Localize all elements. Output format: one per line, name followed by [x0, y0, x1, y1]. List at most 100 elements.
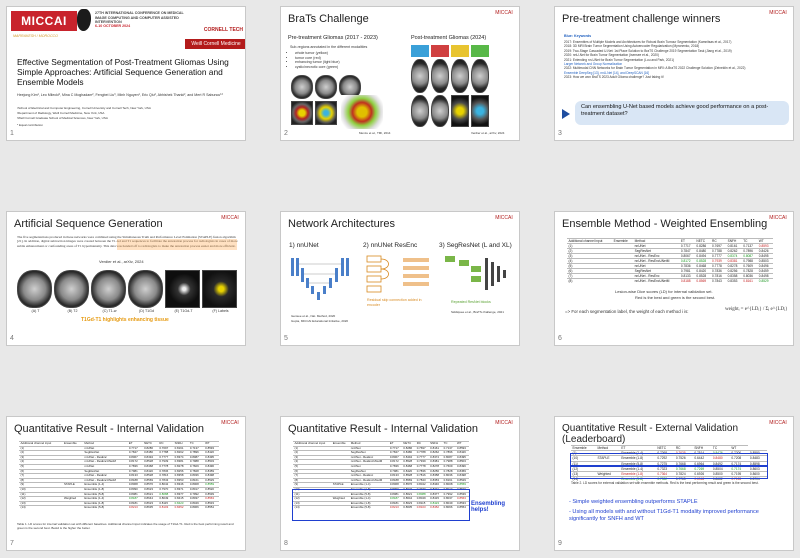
- paper-title: Effective Segmentation of Post-Treatment…: [17, 57, 229, 87]
- slide-9[interactable]: Quantitative Result - External Validatio…: [554, 416, 794, 551]
- table-cell: Ensemble (5-8): [82, 505, 128, 510]
- table-cell: 0.8066: [188, 505, 204, 510]
- slide-4[interactable]: Artificial Sequence Generation MICCAI Th…: [6, 211, 246, 346]
- table-caption-1: Lesion-wise Dice scores (LD) for interna…: [615, 289, 713, 294]
- post-treatment-heading: Post-treatment Gliomas (2024): [411, 35, 487, 41]
- table-cell: (14): [19, 505, 63, 510]
- citation-nnunet-2: Gupta, MICCAI Educational Initiative, 20…: [291, 319, 349, 323]
- affiliation-1: ¹School of Electrical and Computer Engin…: [17, 106, 151, 110]
- slide-title: Ensemble Method - Weighted Ensembling: [562, 218, 768, 230]
- brain-mri-image: [411, 95, 429, 127]
- table-cell: 0.8103: [157, 505, 174, 510]
- miccai-logo: MICCAI: [221, 215, 239, 221]
- internal-validation-table: Additional channel input Ensemble Method ET…: [567, 238, 773, 283]
- image-label: (D) T1Gd: [139, 309, 154, 313]
- slide-2[interactable]: BraTs Challenge MICCAI Pre-treatment Gli…: [280, 6, 520, 141]
- table-cell: 0.7843: [710, 278, 727, 283]
- slide-7[interactable]: Quantitative Result - Internal Validatio…: [6, 416, 246, 551]
- image-caption-right: Verdier et al., arXiv, 2024: [471, 131, 505, 135]
- equal-contribution-note: * Equal contribution: [17, 123, 44, 127]
- keyword-legend: Blue: Keywords: [564, 34, 592, 38]
- subregion-list: whole tumor (yellow) tumor core (red) en…: [295, 51, 395, 69]
- table-row: (8) nnUNet - ResEncUNetM 0.8188 0.8569 0.784…: [567, 278, 773, 283]
- label-column-nonenhancing: [431, 45, 449, 57]
- cornell-tech-logo: CORNELL TECH: [203, 27, 243, 33]
- author-list: Heejong Kim¹, Leo Milecki², Mina C Mogha…: [17, 93, 223, 97]
- slide-title: Quantitative Result - Internal Validatio…: [14, 423, 204, 435]
- slide-number: 6: [558, 335, 562, 342]
- miccai-logo: MICCAI 2024: [11, 11, 77, 48]
- tumor-segmentation-image: [291, 101, 313, 125]
- slide-title: Quantitative Result - External Validatio…: [562, 423, 739, 445]
- internal-validation-table: Additional channel input Ensemble Method ET…: [19, 441, 219, 510]
- slide-number: 1: [10, 130, 14, 137]
- slide-title: Pre-treatment challenge winners: [562, 13, 721, 25]
- brain-mri-image: [471, 59, 489, 93]
- table-row: (14) Ensemble (5-8) 0.8213 0.8635 0.8103 0.84…: [19, 505, 219, 510]
- brain-mri-t1gd-t: [165, 270, 200, 308]
- brain-mri-image: [431, 95, 449, 127]
- conclusion-1: - Simple weighted ensembling outperforms…: [569, 499, 698, 505]
- slide-title: Network Architectures: [288, 218, 395, 230]
- conclusion-2: - Using all models with and without T1Gd…: [569, 509, 759, 522]
- brain-mri-t2: [54, 270, 89, 308]
- slide-number: 4: [10, 335, 14, 342]
- africa-map-icon: [77, 9, 91, 31]
- slide-1[interactable]: MICCAI 2024 27TH INTERNATIONAL CONFERENC…: [6, 6, 246, 141]
- table-cell: (8): [567, 278, 613, 283]
- label-column-rc: [471, 45, 489, 57]
- image-label: (B) T2: [67, 309, 78, 313]
- tumor-segmentation-image: [315, 101, 337, 125]
- citation-nnunet: Isensee et al., Nat. Method, 2020: [291, 314, 336, 318]
- slide-number: 9: [558, 540, 562, 547]
- arch-heading-nnunet: 1) nnUNet: [289, 242, 319, 249]
- miccai-logo: MICCAI: [495, 215, 513, 221]
- nnunet-diagram: [291, 258, 349, 300]
- banner-conference-text: 27TH INTERNATIONAL CONFERENCE ON MEDICAL…: [95, 11, 184, 25]
- table-cell: 0.8529: [757, 278, 773, 283]
- image-label: (C) T1-w: [102, 309, 117, 313]
- staple-highlight-box: [570, 453, 768, 466]
- image-caption-left: Menze et al., TMI, 2014: [359, 131, 391, 135]
- slide-3[interactable]: Pre-treatment challenge winners MICCAI B…: [554, 6, 794, 141]
- image-label: (A) T: [31, 309, 40, 313]
- tumor-segmentation-image: [471, 95, 489, 127]
- arch-heading-resenc: 2) nnUNet ResEnc: [363, 242, 418, 249]
- miccai-logo: MICCAI: [769, 215, 787, 221]
- slide-number: 5: [284, 335, 288, 342]
- slide-5[interactable]: Network Architectures MICCAI 1) nnUNet 2…: [280, 211, 520, 346]
- table-cell: 0.8569: [694, 278, 711, 283]
- ensemble-callout: Ensembling helps!: [471, 501, 506, 513]
- slide-number: 8: [284, 540, 288, 547]
- brain-mri-t: [17, 270, 52, 308]
- table-cell: 0.8161: [741, 278, 758, 283]
- table-cell: 0.8353: [726, 278, 742, 283]
- miccai-logo: MICCAI: [495, 420, 513, 426]
- weight-formula-text: => For each segmentation label, the weig…: [565, 309, 689, 314]
- residual-note: Residual skip connection added in encode…: [367, 298, 422, 307]
- slide-number: 3: [558, 130, 562, 137]
- segresnet-diagram: [445, 256, 506, 290]
- slide-8[interactable]: Quantitative Result - Internal Validatio…: [280, 416, 520, 551]
- weight-formula-math: weightᵢ = e^{LDᵢ} / Σⱼ e^{LDⱼ}: [725, 307, 788, 312]
- highlight-overlay: [117, 239, 237, 250]
- list-item: 2023: How we won BraTS 2023 Adult Glioma…: [564, 75, 664, 80]
- table-caption: Table 1. LD scores for internal validati…: [17, 522, 234, 530]
- brain-mri-t1w: [91, 270, 126, 308]
- citation: Verdier et al., arXiv, 2024: [99, 259, 144, 264]
- table-cell: 0.8452: [173, 505, 189, 510]
- tumor-3d-render-image: [341, 95, 383, 129]
- pre-treatment-heading: Pre-treatment Gliomas (2017 - 2023): [288, 35, 378, 41]
- arrow-right-icon: [562, 109, 570, 119]
- slide-6[interactable]: Ensemble Method - Weighted Ensembling MI…: [554, 211, 794, 346]
- slide-number: 2: [284, 130, 288, 137]
- label-column-snfh: [451, 45, 469, 57]
- miccai-logo: MICCAI: [221, 420, 239, 426]
- table-cell: 0.8635: [142, 505, 158, 510]
- image-label: (F) Labels: [212, 309, 229, 313]
- miccai-logo: MICCAI: [769, 420, 787, 426]
- resnet-blocks-note: Repeated ResNet blocks: [451, 300, 491, 304]
- weill-cornell-logo: Weill Cornell Medicine: [185, 39, 245, 49]
- label-column-enhancing: [411, 45, 429, 57]
- arch-heading-segresnet: 3) SegResNet (L and XL): [439, 242, 512, 249]
